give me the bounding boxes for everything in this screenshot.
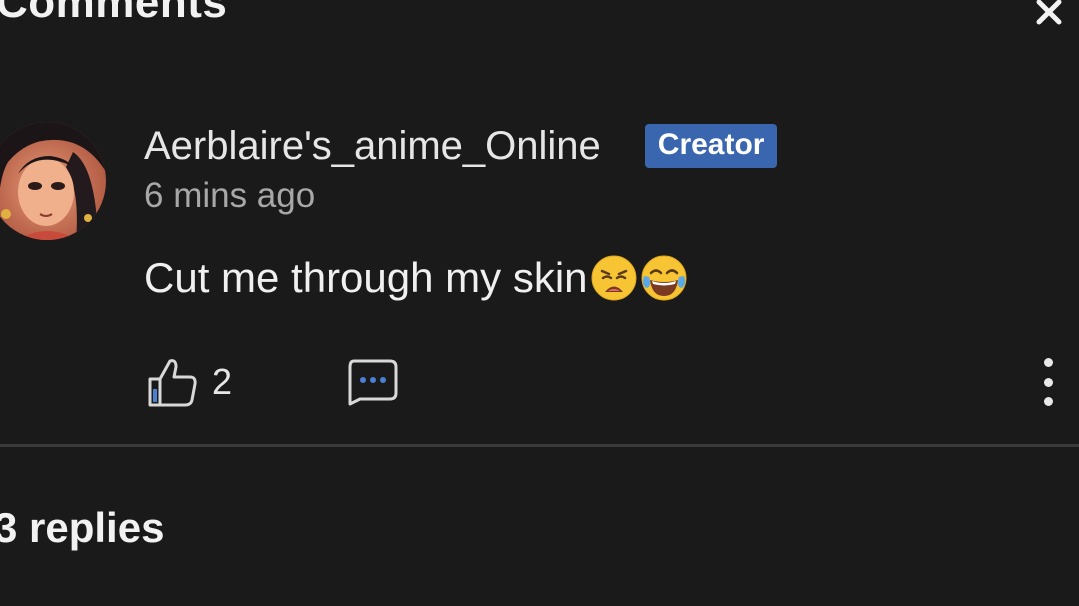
comment-text: Cut me through my skin [144, 254, 588, 301]
more-options-button[interactable] [1033, 358, 1063, 406]
more-dot [1043, 377, 1053, 387]
comment-actions: 2 [146, 352, 400, 412]
more-options-icon [1043, 358, 1053, 367]
comments-panel: Comments Aerblaire's_anime_Online Creato… [0, 0, 1079, 606]
panel-title: Comments [0, 0, 228, 27]
like-button[interactable]: 2 [146, 355, 232, 409]
close-button[interactable] [1031, 0, 1067, 30]
weary-face-emoji-icon [591, 255, 637, 301]
tears-of-joy-emoji-icon [641, 255, 687, 301]
replies-heading[interactable]: 3 replies [0, 504, 164, 552]
close-icon [1036, 0, 1062, 25]
author-name[interactable]: Aerblaire's_anime_Online [144, 124, 601, 169]
avatar-image [0, 122, 106, 240]
divider [0, 444, 1079, 447]
thumbs-up-icon [148, 359, 197, 407]
comment-author-row: Aerblaire's_anime_Online Creator [144, 118, 778, 174]
more-dot [1043, 397, 1053, 406]
comment-bubble-icon [348, 359, 398, 406]
avatar[interactable] [0, 122, 106, 240]
like-count: 2 [212, 361, 233, 402]
comment-timestamp: 6 mins ago [144, 176, 316, 215]
creator-badge: Creator [644, 124, 778, 168]
reply-button[interactable] [344, 357, 400, 407]
comment-body: Cut me through my skin [144, 250, 688, 306]
